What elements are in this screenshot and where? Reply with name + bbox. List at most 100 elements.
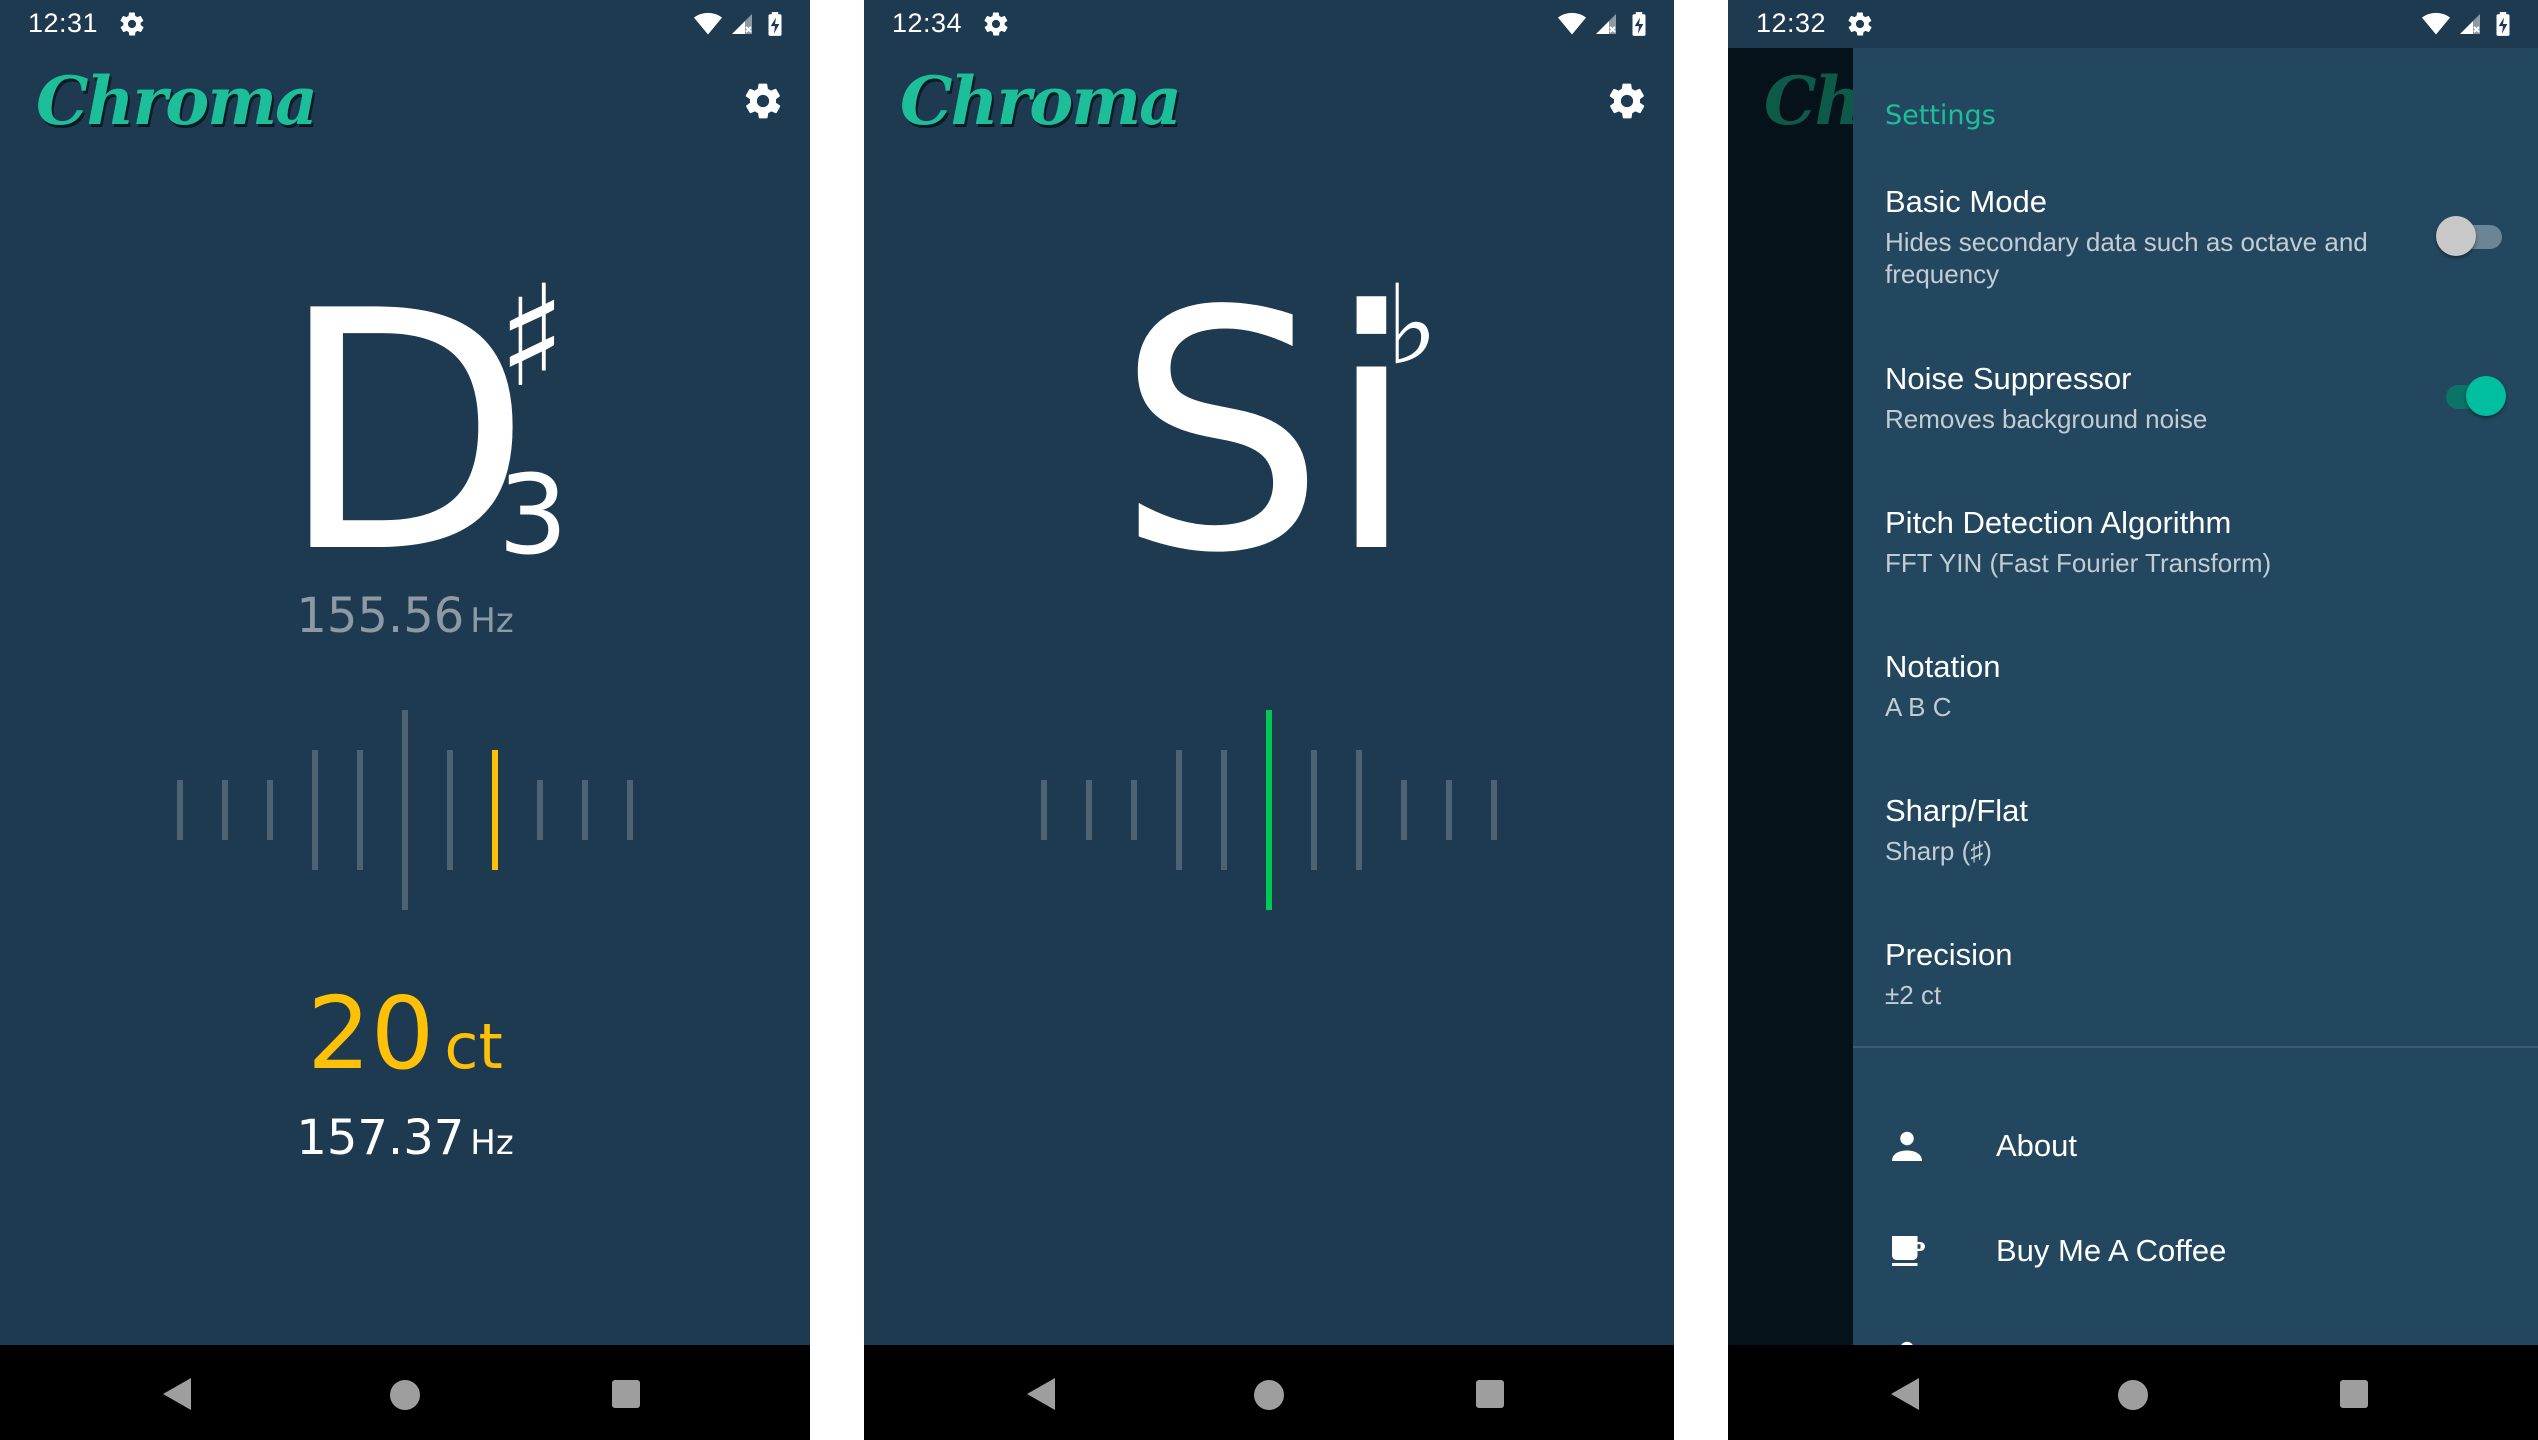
battery-charging-icon xyxy=(762,9,788,39)
cents-unit: ct xyxy=(444,1010,503,1083)
note-accidental: ♯ xyxy=(498,256,566,419)
pref-summary: FFT YIN (Fast Fourier Transform) xyxy=(1885,548,2272,578)
settings-notification-icon xyxy=(118,10,146,38)
gear-icon[interactable] xyxy=(1606,80,1648,122)
drawer-divider xyxy=(1853,1046,2538,1048)
tick xyxy=(267,780,273,840)
pref-basic-mode[interactable]: Basic Mode Hides secondary data such as … xyxy=(1885,184,2485,290)
app-logo: Chroma xyxy=(36,62,318,140)
recents-button[interactable] xyxy=(1476,1380,1504,1408)
tick-active xyxy=(492,750,498,870)
tick xyxy=(1311,750,1317,870)
status-bar: 12:34 xyxy=(864,0,1674,48)
basic-mode-switch[interactable] xyxy=(2436,216,2506,256)
recents-button[interactable] xyxy=(612,1380,640,1408)
pref-summary: ±2 ct xyxy=(1885,980,1942,1010)
settings-drawer: Settings Basic Mode Hides secondary data… xyxy=(1853,48,2538,1345)
pref-sharp-flat[interactable]: Sharp/Flat Sharp (♯) xyxy=(1885,793,2485,867)
cents-readout: 20 ct xyxy=(0,975,810,1092)
detected-frequency-unit: Hz xyxy=(470,1123,514,1163)
navigation-bar xyxy=(1728,1345,2538,1440)
menu-item-partial[interactable] xyxy=(1853,1306,2538,1345)
pref-title: Notation xyxy=(1885,649,2001,684)
tick xyxy=(1221,750,1227,870)
detected-frequency: 157.37 Hz xyxy=(0,1110,810,1166)
pref-summary: Hides secondary data such as octave and … xyxy=(1885,227,2368,289)
app-logo-dimmed: Chroma xyxy=(1764,62,1853,140)
drawer-scrim[interactable]: Chroma xyxy=(1728,48,1853,1345)
tuner-meter xyxy=(864,710,1674,910)
tick xyxy=(357,750,363,870)
back-button[interactable] xyxy=(1027,1378,1055,1410)
battery-charging-icon xyxy=(1626,9,1652,39)
recents-button[interactable] xyxy=(2340,1380,2368,1408)
note-letter: Si xyxy=(1116,241,1418,625)
tick xyxy=(1356,750,1362,870)
tick xyxy=(177,780,183,840)
settings-notification-icon xyxy=(1846,10,1874,38)
app-logo: Chroma xyxy=(900,62,1182,140)
coffee-cup-icon xyxy=(1892,1236,1925,1266)
partial-icon xyxy=(1901,1341,1913,1345)
note-octave: 3 xyxy=(498,451,568,579)
gear-icon[interactable] xyxy=(742,80,784,122)
drawer-title: Settings xyxy=(1885,100,1996,131)
wifi-icon xyxy=(694,10,722,38)
noise-suppressor-switch[interactable] xyxy=(2436,376,2506,416)
menu-item-label: About xyxy=(1996,1128,2078,1163)
signal-no-sim-icon xyxy=(2458,12,2482,36)
tick xyxy=(1041,780,1047,840)
tick-center xyxy=(402,710,408,910)
pref-noise-suppressor[interactable]: Noise Suppressor Removes background nois… xyxy=(1885,361,2485,435)
pref-title: Basic Mode xyxy=(1885,184,2047,219)
wifi-icon xyxy=(2422,10,2450,38)
wifi-icon xyxy=(1558,10,1586,38)
tick xyxy=(1131,780,1137,840)
person-icon xyxy=(1892,1131,1922,1161)
note-accidental: ♭ xyxy=(1386,261,1438,389)
tick xyxy=(447,750,453,870)
tick xyxy=(582,780,588,840)
pref-pitch-detection-algorithm[interactable]: Pitch Detection Algorithm FFT YIN (Fast … xyxy=(1885,505,2485,579)
status-time: 12:31 xyxy=(28,8,99,38)
pref-notation[interactable]: Notation A B C xyxy=(1885,649,2485,723)
switch-thumb xyxy=(2466,376,2506,416)
battery-charging-icon xyxy=(2490,9,2516,39)
pref-title: Precision xyxy=(1885,937,2013,972)
signal-no-sim-icon xyxy=(730,12,754,36)
tick xyxy=(537,780,543,840)
status-bar: 12:31 xyxy=(0,0,810,48)
cents-value: 20 xyxy=(307,975,435,1092)
pref-summary: A B C xyxy=(1885,692,1952,722)
pref-title: Sharp/Flat xyxy=(1885,793,2029,828)
switch-thumb xyxy=(2436,216,2476,256)
pref-summary: Sharp (♯) xyxy=(1885,836,1992,866)
tick xyxy=(1401,780,1407,840)
menu-item-about[interactable]: About xyxy=(1853,1096,2538,1196)
pref-precision[interactable]: Precision ±2 ct xyxy=(1885,937,2485,1011)
navigation-bar xyxy=(0,1345,810,1440)
home-button[interactable] xyxy=(390,1380,420,1410)
status-bar: 12:32 xyxy=(1728,0,2538,48)
reference-frequency-unit: Hz xyxy=(470,601,514,641)
screen-settings-drawer: 12:32 Chroma Settings Basic Mode Hides s… xyxy=(1728,0,2538,1440)
menu-item-buy-me-a-coffee[interactable]: Buy Me A Coffee xyxy=(1853,1201,2538,1301)
tick xyxy=(1491,780,1497,840)
menu-item-label: Buy Me A Coffee xyxy=(1996,1233,2227,1268)
settings-notification-icon xyxy=(982,10,1010,38)
tick xyxy=(1446,780,1452,840)
home-button[interactable] xyxy=(2118,1380,2148,1410)
tick xyxy=(1176,750,1182,870)
reference-frequency-value: 155.56 xyxy=(296,588,465,644)
back-button[interactable] xyxy=(163,1378,191,1410)
tick xyxy=(222,780,228,840)
reference-frequency: 155.56 Hz xyxy=(0,588,810,644)
navigation-bar xyxy=(864,1345,1674,1440)
tick-active xyxy=(1266,710,1272,910)
back-button[interactable] xyxy=(1891,1378,1919,1410)
pref-summary: Removes background noise xyxy=(1885,404,2208,434)
screen-tuner-sharp: 12:31 Chroma D ♯ 3 155.56 Hz 20 ct 157.37 H… xyxy=(0,0,810,1440)
pref-title: Noise Suppressor xyxy=(1885,361,2132,396)
status-time: 12:32 xyxy=(1756,8,1827,38)
home-button[interactable] xyxy=(1254,1380,1284,1410)
